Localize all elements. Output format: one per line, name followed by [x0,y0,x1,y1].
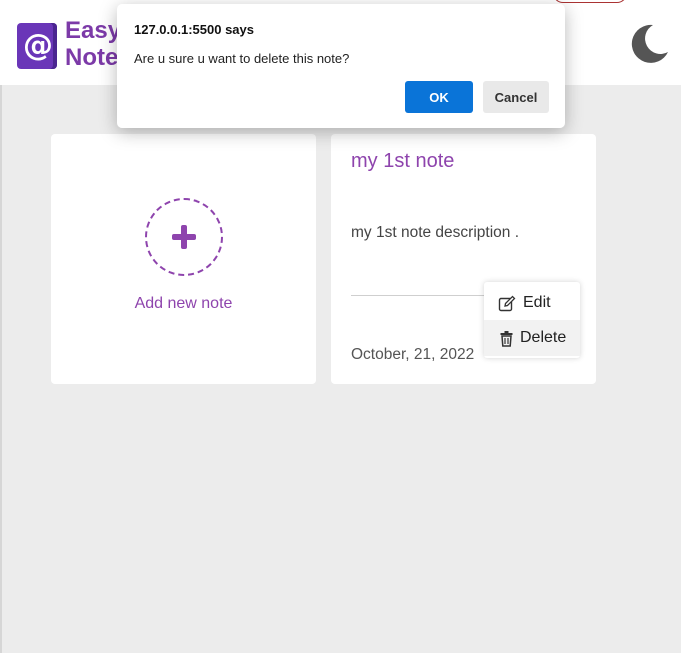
note-date: October, 21, 2022 [351,346,475,363]
window-edge [0,85,2,653]
moon-icon[interactable] [627,22,671,66]
brand-line-1: Easy [65,17,122,44]
confirm-dialog: 127.0.0.1:5500 says Are u sure u want to… [117,4,565,128]
cancel-button[interactable]: Cancel [483,81,549,113]
logo: @ [17,23,57,69]
add-note-label: Add new note [134,295,233,312]
delete-menu-item[interactable]: Delete [484,320,580,356]
dialog-title: 127.0.0.1:5500 says [134,22,254,37]
pencil-square-icon [498,295,516,313]
delete-label: Delete [520,329,567,346]
plus-icon[interactable] [145,198,223,276]
brand-line-2: Note [65,44,119,71]
edit-menu-item[interactable]: Edit [484,285,580,321]
add-note-card[interactable]: Add new note [51,134,316,384]
edit-label: Edit [523,294,551,311]
note-description: my 1st note description . [351,224,519,241]
logo-glyph: @ [23,28,53,63]
note-title: my 1st note [351,150,455,172]
trash-icon [498,330,516,348]
ok-button[interactable]: OK [405,81,473,113]
browser-tab-hint [553,0,627,3]
dialog-message: Are u sure u want to delete this note? [134,51,350,66]
brand-name: Easy Note [65,17,121,71]
note-context-menu: Edit Delete [484,282,580,358]
